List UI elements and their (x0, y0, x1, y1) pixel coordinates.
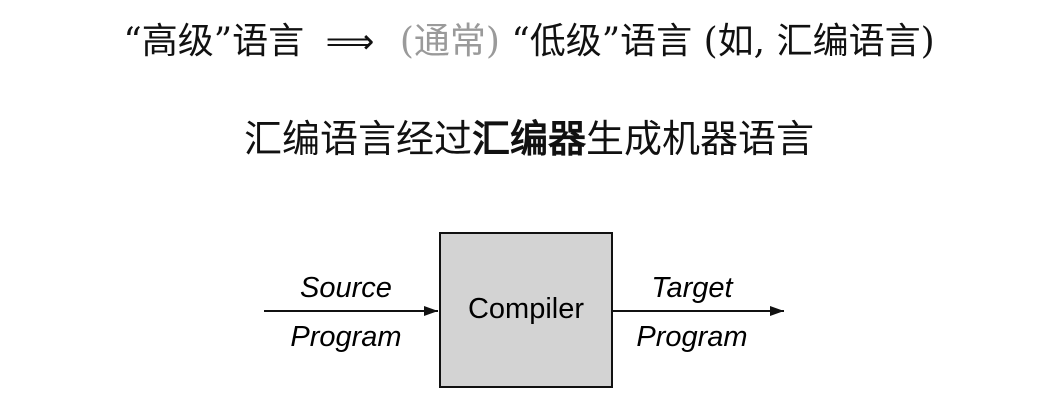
program-input-label: Program (290, 321, 401, 353)
source-label: Source (300, 272, 392, 304)
compiler-diagram: Source Program Compiler Target Program (264, 232, 784, 388)
program-output-label: Program (636, 321, 747, 353)
target-label: Target (651, 272, 734, 304)
compiler-label: Compiler (468, 293, 584, 325)
